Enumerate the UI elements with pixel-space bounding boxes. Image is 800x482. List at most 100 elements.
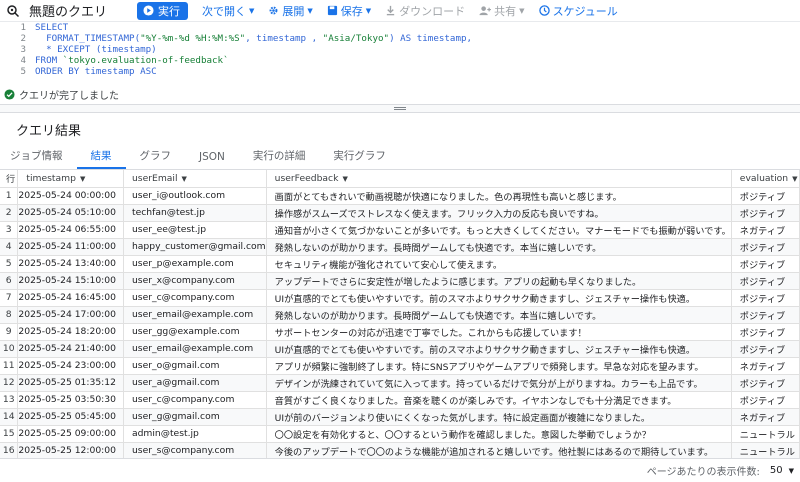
user-feedback-cell[interactable]: 操作感がスムーズでストレスなく使えます。フリック入力の反応も良いですね。: [266, 204, 732, 222]
evaluation-cell[interactable]: ポジティブ: [731, 391, 800, 409]
query-title[interactable]: 無題のクエリ: [29, 1, 137, 20]
user-email-cell[interactable]: user_c@company.com: [123, 391, 267, 409]
timestamp-cell[interactable]: 2025-05-24 17:00:00: [17, 306, 124, 324]
column-header-timestamp[interactable]: timestamp ▼: [17, 170, 124, 188]
row-number-cell[interactable]: 15: [0, 425, 19, 443]
timestamp-cell[interactable]: 2025-05-24 21:40:00: [17, 340, 124, 358]
share-button[interactable]: 共有 ▼: [479, 3, 525, 19]
user-feedback-cell[interactable]: 発熱しないのが助かります。長時間ゲームしても快適です。本当に嬉しいです。: [266, 238, 732, 256]
row-number-cell[interactable]: 3: [0, 221, 19, 239]
timestamp-cell[interactable]: 2025-05-24 23:00:00: [17, 357, 124, 375]
user-feedback-cell[interactable]: 〇〇設定を有効化すると、〇〇するという動作を確認しました。意図した挙動でしょうか…: [266, 425, 732, 443]
evaluation-cell[interactable]: ポジティブ: [731, 340, 800, 358]
user-email-cell[interactable]: user_email@example.com: [123, 340, 267, 358]
evaluation-cell[interactable]: ポジティブ: [731, 238, 800, 256]
sql-editor[interactable]: 1 SELECT 2 FORMAT_TIMESTAMP("%Y-%m-%d %H…: [0, 22, 800, 84]
row-number-cell[interactable]: 12: [0, 374, 19, 392]
tab-execution-graph[interactable]: 実行グラフ: [319, 148, 400, 169]
download-button[interactable]: ダウンロード: [385, 3, 465, 19]
evaluation-cell[interactable]: ポジティブ: [731, 255, 800, 273]
sort-down-icon[interactable]: ▼: [80, 175, 85, 183]
column-header-evaluation[interactable]: evaluation ▼: [731, 170, 800, 188]
evaluation-cell[interactable]: ポジティブ: [731, 204, 800, 222]
user-email-cell[interactable]: user_c@company.com: [123, 289, 267, 307]
timestamp-cell[interactable]: 2025-05-24 16:45:00: [17, 289, 124, 307]
row-number-cell[interactable]: 4: [0, 238, 19, 256]
row-number-cell[interactable]: 1: [0, 187, 19, 205]
row-number-cell[interactable]: 6: [0, 272, 19, 290]
save-button[interactable]: 保存 ▼: [327, 3, 371, 19]
sort-down-icon[interactable]: ▼: [182, 175, 187, 183]
user-email-cell[interactable]: user_g@gmail.com: [123, 408, 267, 426]
timestamp-cell[interactable]: 2025-05-24 15:10:00: [17, 272, 124, 290]
evaluation-cell[interactable]: ネガティブ: [731, 221, 800, 239]
resize-handle[interactable]: [0, 104, 800, 113]
per-page-select[interactable]: 50 ▼: [770, 465, 794, 476]
row-number-cell[interactable]: 8: [0, 306, 19, 324]
run-button[interactable]: 実行: [137, 1, 188, 20]
user-feedback-cell[interactable]: アップデートでさらに安定性が増したように感じます。アプリの起動も早くなりました。: [266, 272, 732, 290]
user-email-cell[interactable]: user_p@example.com: [123, 255, 267, 273]
timestamp-cell[interactable]: 2025-05-25 09:00:00: [17, 425, 124, 443]
timestamp-cell[interactable]: 2025-05-24 05:10:00: [17, 204, 124, 222]
user-email-cell[interactable]: user_a@gmail.com: [123, 374, 267, 392]
timestamp-cell[interactable]: 2025-05-24 11:00:00: [17, 238, 124, 256]
user-feedback-cell[interactable]: UIが前のバージョンより使いにくくなった気がします。特に設定画面が複雑になりまし…: [266, 408, 732, 426]
sort-down-icon[interactable]: ▼: [792, 175, 797, 183]
evaluation-cell[interactable]: ポジティブ: [731, 306, 800, 324]
user-email-cell[interactable]: user_email@example.com: [123, 306, 267, 324]
row-number-cell[interactable]: 16: [0, 442, 19, 460]
timestamp-cell[interactable]: 2025-05-24 13:40:00: [17, 255, 124, 273]
timestamp-cell[interactable]: 2025-05-25 05:45:00: [17, 408, 124, 426]
schedule-button[interactable]: スケジュール: [538, 3, 618, 19]
row-number-cell[interactable]: 9: [0, 323, 19, 341]
timestamp-cell[interactable]: 2025-05-24 06:55:00: [17, 221, 124, 239]
user-email-cell[interactable]: user_s@company.com: [123, 442, 267, 460]
row-number-cell[interactable]: 10: [0, 340, 19, 358]
timestamp-cell[interactable]: 2025-05-25 03:50:30: [17, 391, 124, 409]
evaluation-cell[interactable]: ポジティブ: [731, 289, 800, 307]
user-email-cell[interactable]: user_ee@test.jp: [123, 221, 267, 239]
expand-button[interactable]: 展開 ▼: [268, 3, 313, 19]
user-feedback-cell[interactable]: 音質がすごく良くなりました。音楽を聴くのが楽しみです。イヤホンなしでも十分満足で…: [266, 391, 732, 409]
row-number-cell[interactable]: 7: [0, 289, 19, 307]
user-feedback-cell[interactable]: 発熱しないのが助かります。長時間ゲームしても快適です。本当に嬉しいです。: [266, 306, 732, 324]
evaluation-cell[interactable]: ポジティブ: [731, 374, 800, 392]
row-number-cell[interactable]: 5: [0, 255, 19, 273]
row-number-cell[interactable]: 11: [0, 357, 19, 375]
column-header-userfeedback[interactable]: userFeedback ▼: [266, 170, 732, 188]
evaluation-cell[interactable]: ニュートラル: [731, 442, 800, 460]
column-header-useremail[interactable]: userEmail ▼: [123, 170, 267, 188]
tab-results[interactable]: 結果: [76, 148, 126, 169]
tab-execution-details[interactable]: 実行の詳細: [239, 148, 320, 169]
user-email-cell[interactable]: user_o@gmail.com: [123, 357, 267, 375]
tab-chart[interactable]: グラフ: [126, 148, 186, 169]
timestamp-cell[interactable]: 2025-05-24 00:00:00: [17, 187, 124, 205]
open-in-button[interactable]: 次で開く ▼: [202, 3, 254, 19]
evaluation-cell[interactable]: ポジティブ: [731, 272, 800, 290]
user-feedback-cell[interactable]: アプリが頻繁に強制終了します。特にSNSアプリやゲームアプリで頻発します。早急な…: [266, 357, 732, 375]
user-email-cell[interactable]: user_i@outlook.com: [123, 187, 267, 205]
timestamp-cell[interactable]: 2025-05-24 18:20:00: [17, 323, 124, 341]
user-email-cell[interactable]: admin@test.jp: [123, 425, 267, 443]
user-email-cell[interactable]: user_x@company.com: [123, 272, 267, 290]
row-number-cell[interactable]: 2: [0, 204, 19, 222]
evaluation-cell[interactable]: ニュートラル: [731, 425, 800, 443]
timestamp-cell[interactable]: 2025-05-25 12:00:00: [17, 442, 124, 460]
evaluation-cell[interactable]: ネガティブ: [731, 408, 800, 426]
sort-down-icon[interactable]: ▼: [342, 175, 347, 183]
user-feedback-cell[interactable]: セキュリティ機能が強化されていて安心して使えます。: [266, 255, 732, 273]
user-feedback-cell[interactable]: サポートセンターの対応が迅速で丁寧でした。これからも応援しています！: [266, 323, 732, 341]
user-email-cell[interactable]: happy_customer@gmail.com: [123, 238, 267, 256]
timestamp-cell[interactable]: 2025-05-25 01:35:12: [17, 374, 124, 392]
user-feedback-cell[interactable]: UIが直感的でとても使いやすいです。前のスマホよりサクサク動きますし、ジェスチャ…: [266, 289, 732, 307]
evaluation-cell[interactable]: ポジティブ: [731, 187, 800, 205]
user-feedback-cell[interactable]: UIが直感的でとても使いやすいです。前のスマホよりサクサク動きますし、ジェスチャ…: [266, 340, 732, 358]
user-feedback-cell[interactable]: 画面がとてもきれいで動画視聴が快適になりました。色の再現性も高いと感じます。: [266, 187, 732, 205]
evaluation-cell[interactable]: ポジティブ: [731, 323, 800, 341]
user-feedback-cell[interactable]: デザインが洗練されていて気に入ってます。持っているだけで気分が上がりますね。カラ…: [266, 374, 732, 392]
evaluation-cell[interactable]: ネガティブ: [731, 357, 800, 375]
row-number-cell[interactable]: 13: [0, 391, 19, 409]
tab-json[interactable]: JSON: [185, 151, 239, 169]
user-email-cell[interactable]: techfan@test.jp: [123, 204, 267, 222]
